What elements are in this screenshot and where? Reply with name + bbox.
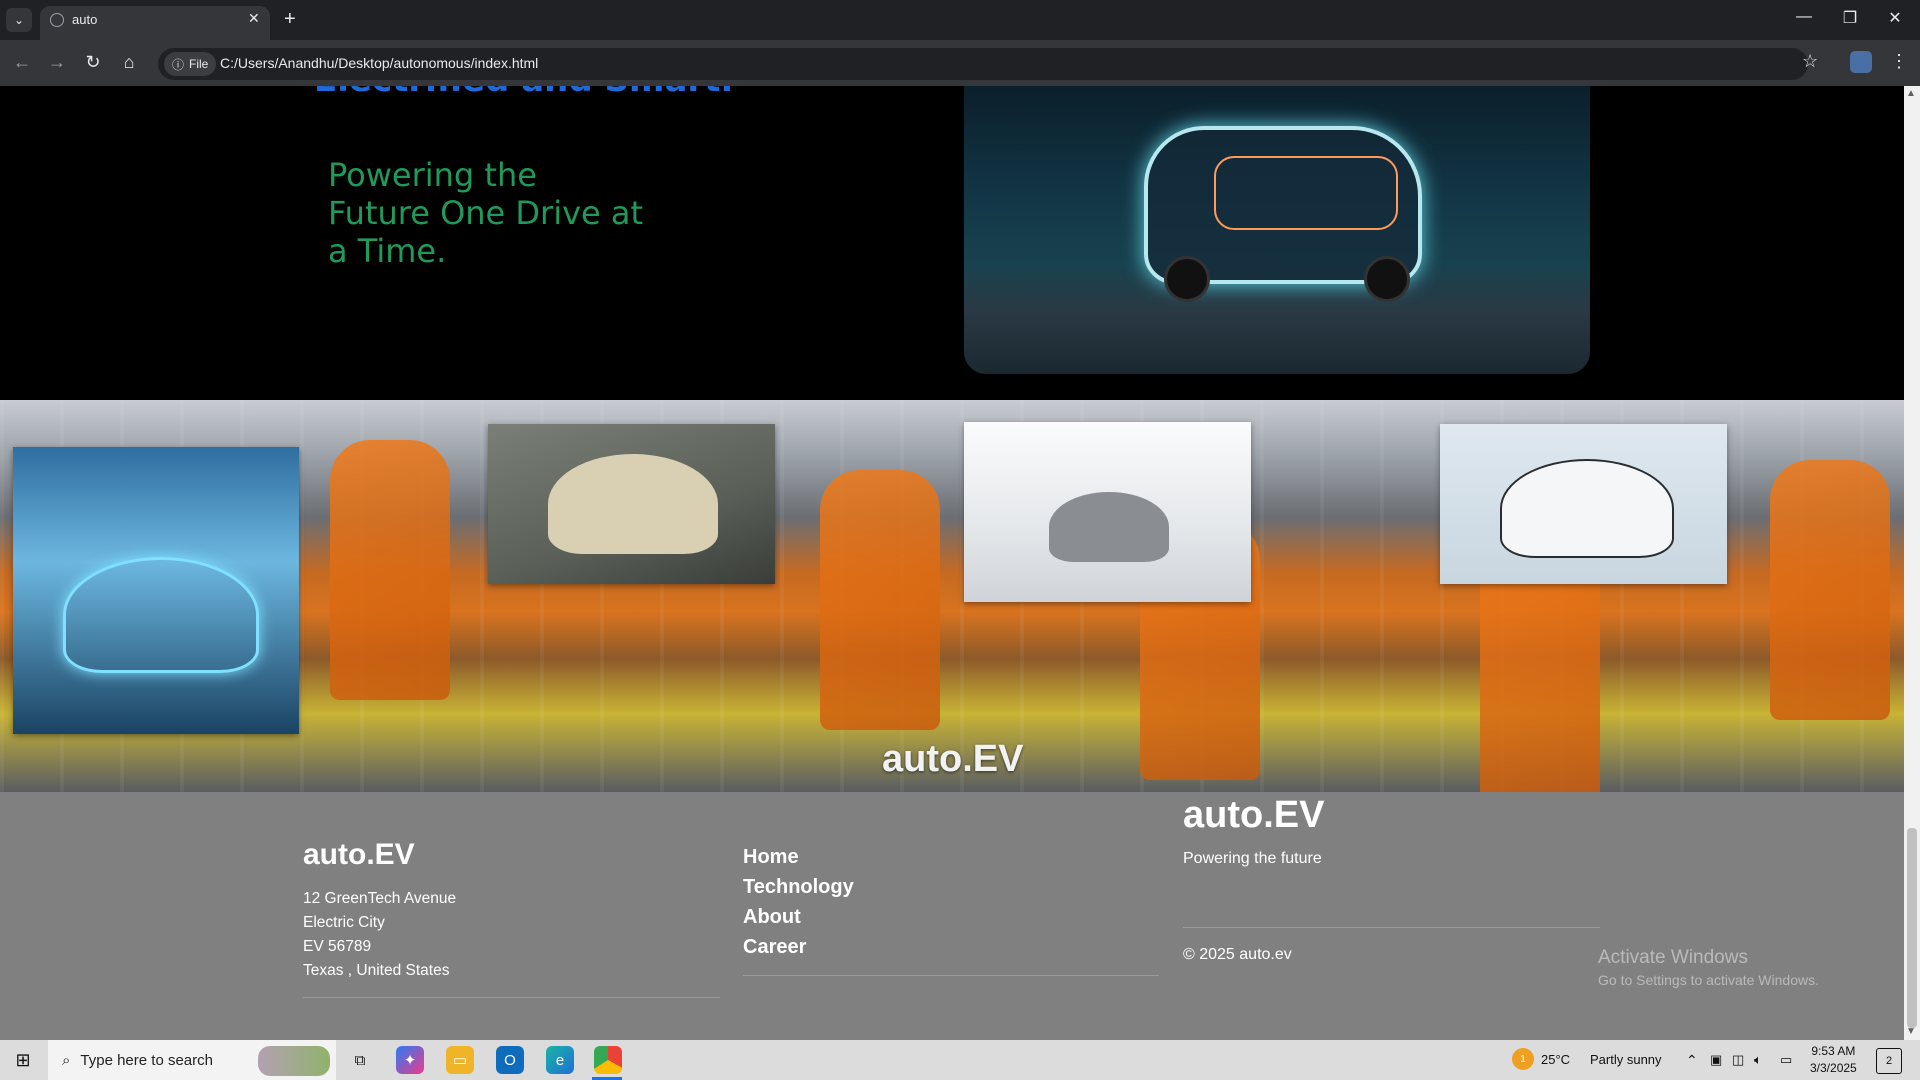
notification-icon[interactable]: 2 [1876, 1048, 1902, 1074]
gallery-title: auto.EV [882, 738, 1024, 780]
hero-section: Electrified and Smart. Powering the Futu… [0, 86, 1904, 400]
forward-arrow-icon[interactable]: → [45, 52, 69, 73]
tab-title: auto [72, 12, 98, 27]
footer-address: 12 GreenTech Avenue Electric City EV 567… [303, 887, 456, 983]
close-window-icon[interactable]: ✕ [1880, 8, 1910, 28]
edge-icon[interactable]: e [546, 1046, 574, 1074]
robot-arm-image [1770, 460, 1890, 720]
scroll-up-arrow-icon[interactable]: ▲ [1906, 88, 1916, 99]
footer-link-career[interactable]: Career [743, 932, 854, 962]
divider [743, 975, 1159, 976]
footer-link-about[interactable]: About [743, 902, 854, 932]
scrollbar-thumb[interactable] [1907, 828, 1917, 1028]
hero-headline: Electrified and Smart. [314, 86, 733, 100]
address-line: Texas , United States [303, 962, 450, 979]
globe-icon [50, 13, 64, 27]
volume-icon[interactable]: 🔈︎ [1754, 1052, 1762, 1068]
gallery-card-compact-car [1440, 424, 1727, 584]
file-explorer-icon[interactable]: ▭ [446, 1046, 474, 1074]
footer-tagline: Powering the future [1183, 850, 1322, 867]
kebab-menu-icon[interactable]: ⋮ [1890, 51, 1908, 72]
factory-gallery-section [0, 400, 1904, 792]
tray-chevron-up-icon[interactable]: ⌃ [1686, 1052, 1698, 1069]
file-chip-label: File [189, 57, 209, 71]
weather-icon[interactable]: 1 [1512, 1048, 1534, 1070]
tab-list-button[interactable]: ⌄ [6, 8, 32, 32]
search-icon: ⌕ [62, 1051, 71, 1069]
url-text[interactable]: C:/Users/Anandhu/Desktop/autonomous/inde… [220, 55, 538, 71]
site-info-chip[interactable]: ⓘ File [164, 52, 217, 76]
gallery-card-neon-car [13, 447, 299, 734]
restore-icon[interactable]: ❐ [1835, 8, 1865, 28]
wheel [1364, 256, 1410, 302]
activate-windows-subtext: Go to Settings to activate Windows. [1598, 972, 1819, 988]
car-shape [1049, 492, 1169, 562]
home-icon[interactable]: ⌂ [117, 52, 141, 73]
autonomous-shuttle-image [964, 86, 1590, 374]
hero-tagline: Powering the Future One Drive at a Time. [328, 156, 644, 270]
robot-arm-image [820, 470, 940, 730]
network-icon[interactable]: ◫ [1732, 1052, 1744, 1068]
info-icon: ⓘ [172, 57, 185, 72]
address-line: EV 56789 [303, 938, 372, 955]
activate-windows-watermark: Activate Windows [1598, 947, 1748, 968]
windows-start-icon[interactable]: ⊞ [0, 1040, 46, 1080]
scroll-down-arrow-icon[interactable]: ▼ [1906, 1026, 1916, 1037]
meet-icon[interactable]: ▣ [1710, 1052, 1722, 1068]
gallery-card-pod-car [488, 424, 775, 584]
chevron-down-icon: ⌄ [13, 13, 25, 27]
notification-count: 2 [1885, 1055, 1893, 1067]
car-shape [1500, 459, 1674, 558]
search-placeholder: Type here to search [80, 1051, 213, 1069]
footer-copyright: © 2025 auto.ev [1183, 946, 1292, 963]
star-icon[interactable]: ☆ [1802, 51, 1818, 72]
car-shape [63, 557, 259, 673]
clock-time: 9:53 AM [1811, 1044, 1856, 1058]
extension-icon[interactable] [1850, 51, 1872, 73]
footer [0, 792, 1904, 1040]
wheel [1164, 256, 1210, 302]
copilot-icon[interactable]: ✦ [396, 1046, 424, 1074]
gallery-card-van-lift [964, 422, 1251, 602]
taskbar-clock[interactable]: 9:53 AM 3/3/2025 [1810, 1043, 1857, 1077]
weather-badge: 1 [1520, 1053, 1526, 1065]
search-highlight-image[interactable] [258, 1046, 330, 1076]
address-line: Electric City [303, 914, 385, 931]
weather-temp[interactable]: 25°C [1541, 1052, 1570, 1067]
footer-link-home[interactable]: Home [743, 842, 854, 872]
car-shape [548, 454, 718, 554]
close-tab-icon[interactable]: ✕ [248, 10, 260, 27]
outlook-icon[interactable]: O [496, 1046, 524, 1074]
task-view-icon[interactable]: ⧉ [346, 1046, 374, 1074]
robot-arm-image [330, 440, 450, 700]
reload-icon[interactable]: ↻ [81, 52, 105, 73]
clock-date: 3/3/2025 [1810, 1061, 1857, 1075]
footer-brand: auto.EV [303, 838, 415, 871]
address-line: 12 GreenTech Avenue [303, 890, 457, 907]
shuttle-window [1214, 156, 1398, 230]
battery-icon[interactable]: ▭ [1780, 1052, 1792, 1068]
weather-desc[interactable]: Partly sunny [1590, 1052, 1662, 1067]
chrome-icon[interactable] [594, 1046, 622, 1074]
divider [1183, 927, 1600, 928]
footer-link-technology[interactable]: Technology [743, 872, 854, 902]
back-arrow-icon[interactable]: ← [10, 52, 34, 73]
minimize-icon[interactable]: — [1789, 8, 1819, 26]
new-tab-button[interactable]: + [284, 8, 296, 31]
footer-nav: Home Technology About Career [743, 842, 854, 962]
divider [303, 997, 720, 998]
footer-brand-large: auto.EV [1183, 794, 1325, 836]
